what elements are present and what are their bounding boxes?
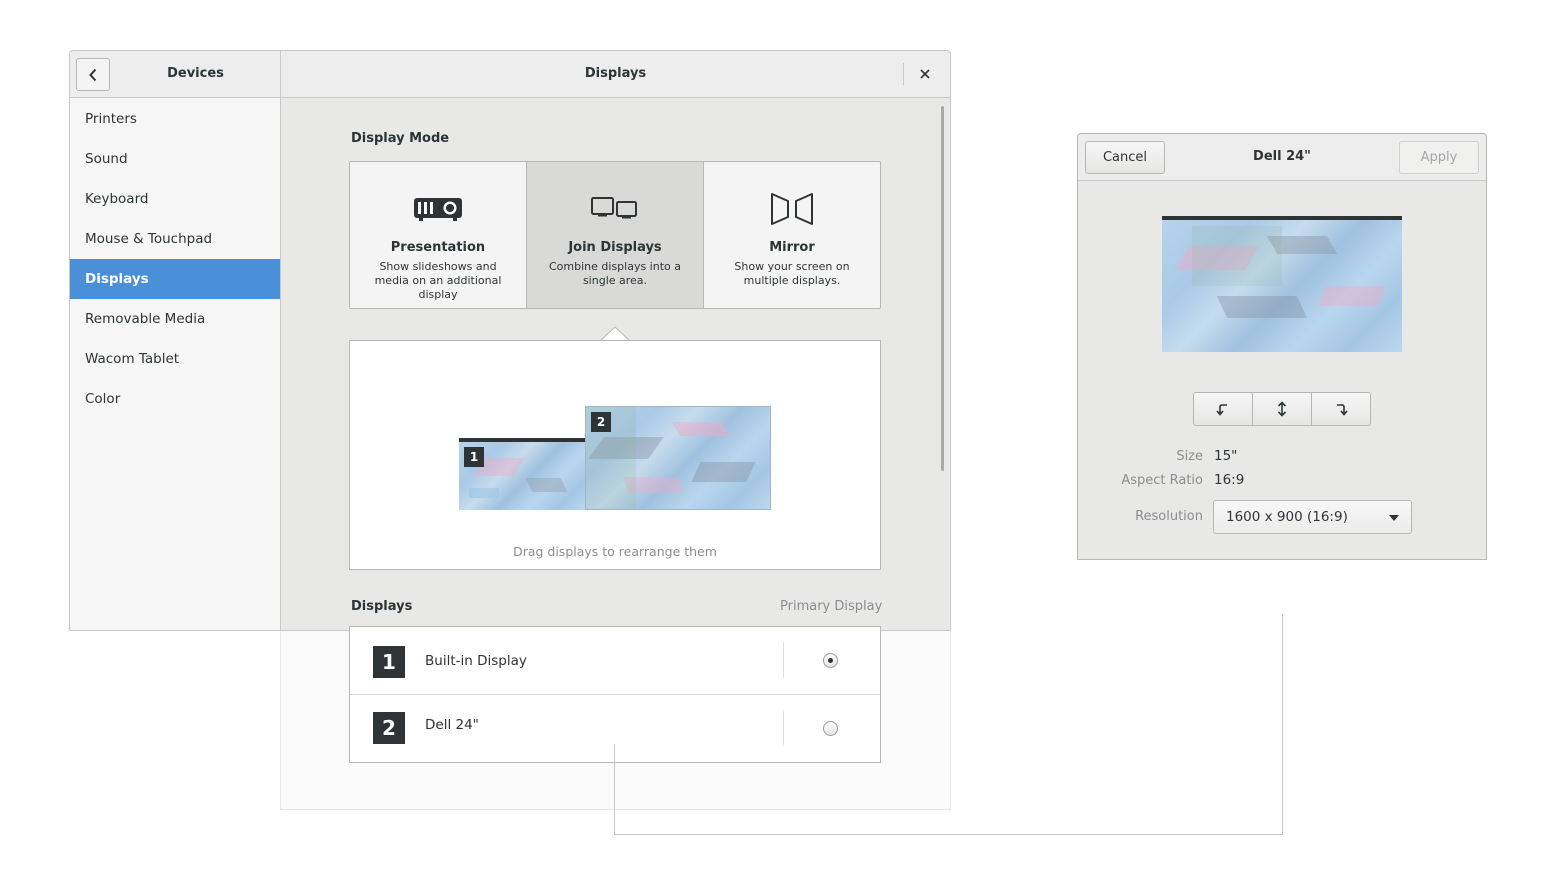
resolution-label: Resolution: [1135, 509, 1203, 524]
sidebar-item-displays[interactable]: Displays: [70, 259, 281, 299]
scrollbar[interactable]: [941, 106, 944, 471]
resolution-dropdown[interactable]: 1600 x 900 (16:9): [1213, 500, 1412, 534]
resolution-value: 1600 x 900 (16:9): [1226, 509, 1348, 525]
main-header: Displays: [280, 50, 951, 98]
sidebar-item-wacom-tablet[interactable]: Wacom Tablet: [70, 339, 281, 379]
display-mode-selector: Presentation Show slideshows and media o…: [349, 161, 881, 309]
mode-title: Presentation: [390, 240, 486, 255]
sidebar-title: Devices: [167, 66, 224, 81]
sidebar-item-keyboard[interactable]: Keyboard: [70, 179, 281, 219]
monitor-badge: 1: [464, 447, 484, 467]
size-value: 15": [1214, 448, 1238, 464]
mode-title: Mirror: [769, 240, 815, 255]
mode-description: Show your screen on multiple displays.: [734, 260, 850, 287]
mirror-icon: [771, 193, 813, 225]
devices-sidebar: Devices Printers Sound Keyboard Mouse & …: [69, 50, 281, 631]
display-row-dell[interactable]: 2 Dell 24": [350, 695, 880, 763]
monitor-1-preview[interactable]: 1: [459, 438, 586, 510]
sidebar-item-removable-media[interactable]: Removable Media: [70, 299, 281, 339]
monitor-2-preview[interactable]: 2: [585, 406, 771, 510]
aspect-ratio-value: 16:9: [1214, 472, 1245, 488]
chevron-left-icon: [89, 68, 97, 81]
mode-mirror[interactable]: Mirror Show your screen on multiple disp…: [704, 162, 880, 308]
rotate-right-button[interactable]: [1312, 393, 1370, 425]
join-displays-icon: [591, 197, 637, 219]
primary-display-radio[interactable]: [823, 721, 838, 736]
display-number-badge: 2: [373, 712, 405, 744]
connector-line: [614, 744, 615, 835]
close-button[interactable]: [916, 65, 934, 83]
flip-button[interactable]: [1253, 393, 1312, 425]
monitor-preview: [1162, 216, 1402, 352]
sidebar-header: Devices: [70, 51, 281, 98]
connector-line: [614, 834, 1283, 835]
displays-list: 1 Built-in Display 2 Dell 24": [349, 626, 881, 763]
mode-pointer-notch: [600, 326, 630, 341]
display-number-badge: 1: [373, 646, 405, 678]
display-name: Built-in Display: [425, 653, 527, 669]
mode-join-displays[interactable]: Join Displays Combine displays into a si…: [527, 162, 704, 308]
rotate-left-icon: [1216, 404, 1227, 416]
monitor-badge: 2: [591, 412, 611, 432]
rotate-left-button[interactable]: [1194, 393, 1253, 425]
rotation-buttons: [1193, 392, 1371, 426]
sidebar-item-color[interactable]: Color: [70, 379, 281, 419]
primary-display-radio[interactable]: [823, 653, 838, 668]
display-arrangement-area[interactable]: 1 2 Drag displays to rearrange them: [349, 340, 881, 570]
display-name: Dell 24": [425, 717, 479, 733]
back-button[interactable]: [76, 58, 110, 91]
size-label: Size: [1176, 449, 1203, 464]
arrange-hint: Drag displays to rearrange them: [513, 544, 717, 559]
row-separator: [783, 643, 784, 677]
sidebar-item-printers[interactable]: Printers: [70, 99, 281, 139]
row-separator: [783, 711, 784, 745]
page-title: Displays: [584, 66, 647, 81]
mode-presentation[interactable]: Presentation Show slideshows and media o…: [350, 162, 527, 308]
header-separator: [903, 63, 904, 85]
display-settings-dialog: Cancel Dell 24" Apply Size 15" Aspect Ra…: [1077, 133, 1487, 560]
apply-button[interactable]: Apply: [1399, 141, 1479, 174]
mode-description: Combine displays into a single area.: [549, 260, 681, 287]
mode-title: Join Displays: [568, 240, 662, 255]
sidebar-list: Printers Sound Keyboard Mouse & Touchpad…: [70, 99, 281, 419]
connector-line: [1282, 614, 1283, 835]
dialog-header: Cancel Dell 24" Apply: [1078, 134, 1486, 181]
mode-description: Show slideshows and media on an addition…: [374, 260, 502, 301]
display-row-builtin[interactable]: 1 Built-in Display: [350, 627, 880, 695]
primary-display-heading: Primary Display: [780, 599, 883, 614]
rotate-right-icon: [1337, 404, 1348, 416]
projector-icon: [414, 198, 462, 221]
display-mode-heading: Display Mode: [351, 131, 450, 146]
sidebar-item-mouse-touchpad[interactable]: Mouse & Touchpad: [70, 219, 281, 259]
close-icon: [920, 69, 930, 79]
caret-down-icon: [1389, 515, 1399, 521]
sidebar-item-sound[interactable]: Sound: [70, 139, 281, 179]
displays-heading: Displays: [351, 599, 413, 614]
flip-vertical-icon: [1277, 401, 1287, 417]
aspect-ratio-label: Aspect Ratio: [1121, 473, 1203, 488]
